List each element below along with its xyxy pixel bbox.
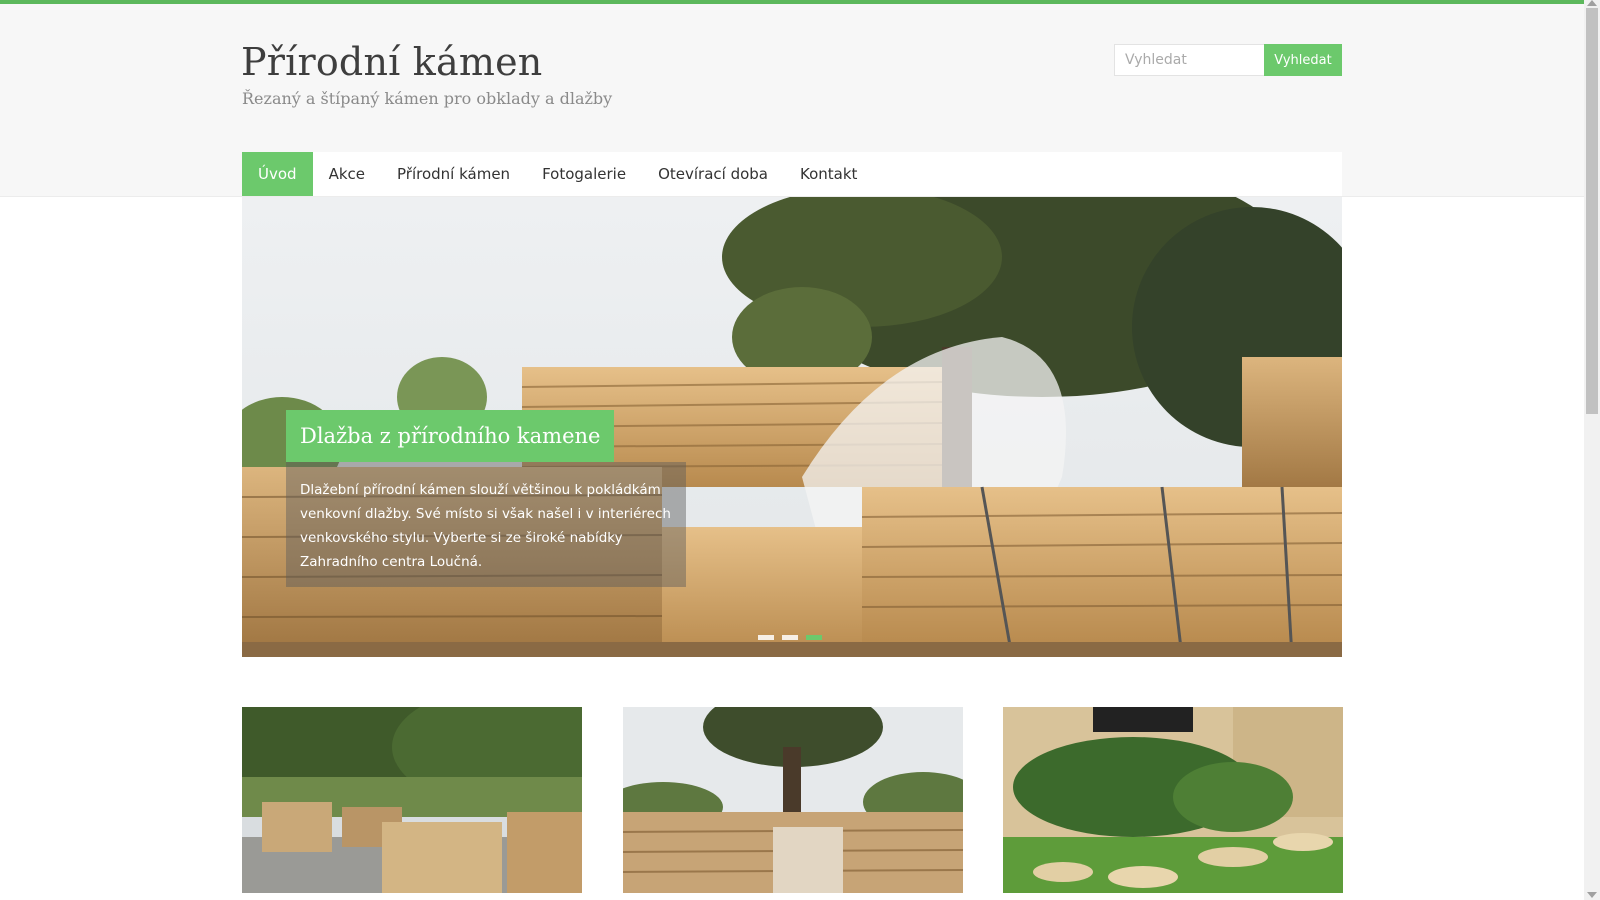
slider-dot-3[interactable] (806, 635, 822, 640)
search-input[interactable] (1114, 44, 1264, 76)
gallery-thumb-1[interactable] (242, 707, 582, 893)
thumb-image-garden-path (1003, 707, 1343, 893)
thumb-image-pallets (623, 707, 963, 893)
nav-item-kontakt[interactable]: Kontakt (784, 152, 873, 196)
gallery-thumb-2[interactable] (623, 707, 963, 893)
thumb-image-stone-yard (242, 707, 582, 893)
nav-item-akce[interactable]: Akce (313, 152, 381, 196)
hero-slider[interactable]: Dlažba z přírodního kamene Dlažební přír… (242, 197, 1342, 657)
slide-title[interactable]: Dlažba z přírodního kamene (286, 410, 615, 462)
nav-item-fotogalerie[interactable]: Fotogalerie (526, 152, 642, 196)
search-form: Vyhledat (1114, 44, 1342, 76)
slider-dot-2[interactable] (782, 635, 798, 640)
scroll-up-icon[interactable] (1587, 0, 1597, 6)
nav-item-uvod[interactable]: Úvod (242, 152, 313, 196)
gallery-thumb-3[interactable] (1003, 707, 1343, 893)
slider-pagination (758, 635, 822, 640)
scroll-down-icon[interactable] (1587, 892, 1597, 898)
search-button[interactable]: Vyhledat (1264, 44, 1342, 76)
nav-item-prirodni-kamen[interactable]: Přírodní kámen (381, 152, 526, 196)
page-scrollbar[interactable] (1584, 0, 1600, 900)
slide-description: Dlažební přírodní kámen slouží většinou … (286, 462, 686, 587)
site-subtitle: Řezaný a štípaný kámen pro obklady a dla… (242, 89, 613, 108)
nav-item-oteviraci-doba[interactable]: Otevírací doba (642, 152, 784, 196)
main-nav: Úvod Akce Přírodní kámen Fotogalerie Ote… (242, 152, 1342, 196)
scrollbar-thumb[interactable] (1586, 8, 1598, 414)
slider-dot-1[interactable] (758, 635, 774, 640)
site-title[interactable]: Přírodní kámen (241, 40, 542, 84)
slide-description-text: Dlažební přírodní kámen slouží většinou … (300, 482, 671, 570)
